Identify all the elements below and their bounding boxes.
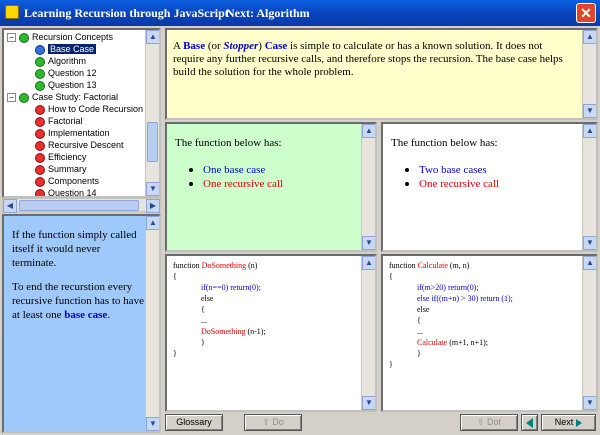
status-icon — [35, 188, 45, 196]
left-heading: The function below has: — [175, 137, 282, 149]
scroll-left-icon[interactable]: ◀ — [3, 199, 17, 213]
app-icon — [5, 5, 19, 19]
tree-item-components[interactable]: Components — [35, 175, 99, 187]
scroll-up-icon[interactable]: ▲ — [583, 30, 596, 44]
tree-item-how-to-code[interactable]: How to Code Recursion — [35, 103, 143, 115]
next-topic-label: Next: Algorithm — [226, 6, 310, 20]
tree-item-summary[interactable]: Summary — [35, 163, 87, 175]
scroll-thumb[interactable] — [147, 122, 158, 162]
tree-hscrollbar[interactable]: ◀ ▶ — [2, 198, 161, 213]
status-icon — [35, 80, 45, 91]
scroll-down-icon[interactable]: ▼ — [146, 417, 159, 431]
tree-item-recursive-descent[interactable]: Recursive Descent — [35, 139, 124, 151]
collapse-icon[interactable]: − — [7, 93, 16, 103]
scroll-right-icon[interactable]: ▶ — [146, 199, 160, 213]
scroll-down-icon[interactable]: ▼ — [583, 236, 596, 250]
tree-item-case-study-factorial[interactable]: − Case Study: Factorial — [7, 91, 118, 103]
left-code-panel: function DoSomething (n) { if(n==0) retu… — [165, 254, 377, 412]
right-arrow-icon — [576, 418, 583, 427]
status-icon — [35, 140, 45, 151]
scroll-down-icon[interactable]: ▼ — [583, 104, 596, 118]
description-panel: A Base (or Stopper) Case is simple to ca… — [165, 28, 598, 120]
scroll-up-icon[interactable]: ▲ — [362, 256, 375, 270]
right-summary-panel: The function below has: Two base cases O… — [381, 122, 598, 252]
right-bullets: Two base cases One recursive call — [405, 163, 499, 191]
status-icon — [35, 44, 45, 55]
left-summary-panel: The function below has: One base case On… — [165, 122, 377, 252]
tree-item-base-case[interactable]: Base Case — [35, 43, 97, 55]
scroll-up-icon[interactable]: ▲ — [362, 124, 375, 138]
up-arrow-icon: ⇧ — [262, 417, 273, 427]
status-icon — [35, 116, 45, 127]
scroll-up-icon[interactable]: ▲ — [146, 30, 159, 44]
prev-arrow-button[interactable] — [521, 414, 538, 431]
hint-panel: If the function simply called itself it … — [2, 214, 161, 433]
description-text: A Base (or Stopper) Case is simple to ca… — [173, 40, 563, 78]
left-code-scrollbar[interactable]: ▲ ▼ — [361, 256, 375, 410]
tree-item-recursion-concepts[interactable]: − Recursion Concepts — [7, 31, 113, 43]
status-icon — [35, 104, 45, 115]
collapse-icon[interactable]: − — [7, 33, 16, 43]
tree-item-question-13[interactable]: Question 13 — [35, 79, 97, 91]
status-icon — [35, 164, 45, 175]
left-code: function DoSomething (n) { if(n==0) retu… — [173, 261, 266, 358]
right-summary-scrollbar[interactable]: ▲ ▼ — [582, 124, 596, 250]
status-icon — [35, 56, 45, 67]
hint-text-1: If the function simply called itself it … — [12, 229, 137, 269]
tree-item-question-12[interactable]: Question 12 — [35, 67, 97, 79]
status-icon — [35, 68, 45, 79]
close-button[interactable]: ✕ — [576, 3, 596, 23]
topic-tree[interactable]: − Recursion Concepts Base Case Algorithm … — [2, 28, 161, 198]
description-scrollbar[interactable]: ▲ ▼ — [582, 30, 596, 118]
left-bullets: One base case One recursive call — [189, 163, 283, 191]
right-heading: The function below has: — [391, 137, 498, 149]
tree-item-factorial[interactable]: Factorial — [35, 115, 83, 127]
left-arrow-icon — [526, 418, 533, 428]
right-code: function Calculate (m, n) { if(m>20) ret… — [389, 261, 513, 369]
scroll-down-icon[interactable]: ▼ — [362, 396, 375, 410]
scroll-down-icon[interactable]: ▼ — [583, 396, 596, 410]
title-bar: Learning Recursion through JavaScript Ne… — [0, 0, 600, 26]
up-arrow-icon: ⇧ — [476, 417, 488, 427]
right-code-panel: function Calculate (m, n) { if(m>20) ret… — [381, 254, 598, 412]
tree-scrollbar[interactable]: ▲ ▼ — [145, 30, 159, 196]
status-icon — [19, 32, 29, 43]
window-title: Learning Recursion through JavaScript — [24, 6, 229, 20]
scroll-down-icon[interactable]: ▼ — [362, 236, 375, 250]
tree-item-question-14[interactable]: Question 14 — [35, 187, 97, 196]
hint-text-2: To end the recurstion every recursive fu… — [12, 281, 144, 321]
scroll-up-icon[interactable]: ▲ — [583, 256, 596, 270]
scroll-up-icon[interactable]: ▲ — [583, 124, 596, 138]
hint-scrollbar[interactable]: ▲ ▼ — [145, 216, 159, 431]
dot-button[interactable]: ⇧ Dot — [460, 414, 518, 431]
status-icon — [19, 92, 29, 103]
left-summary-scrollbar[interactable]: ▲ ▼ — [361, 124, 375, 250]
hscroll-thumb[interactable] — [19, 200, 139, 211]
glossary-button[interactable]: Glossary — [165, 414, 223, 431]
tree-item-implementation[interactable]: Implementation — [35, 127, 110, 139]
status-icon — [35, 128, 45, 139]
tree-item-efficiency[interactable]: Efficiency — [35, 151, 86, 163]
status-icon — [35, 176, 45, 187]
do-button[interactable]: ⇧ Do — [244, 414, 302, 431]
scroll-up-icon[interactable]: ▲ — [146, 216, 159, 230]
status-icon — [35, 152, 45, 163]
scroll-down-icon[interactable]: ▼ — [146, 182, 159, 196]
next-button[interactable]: Next — [541, 414, 596, 431]
right-code-scrollbar[interactable]: ▲ ▼ — [582, 256, 596, 410]
tree-item-algorithm[interactable]: Algorithm — [35, 55, 86, 67]
